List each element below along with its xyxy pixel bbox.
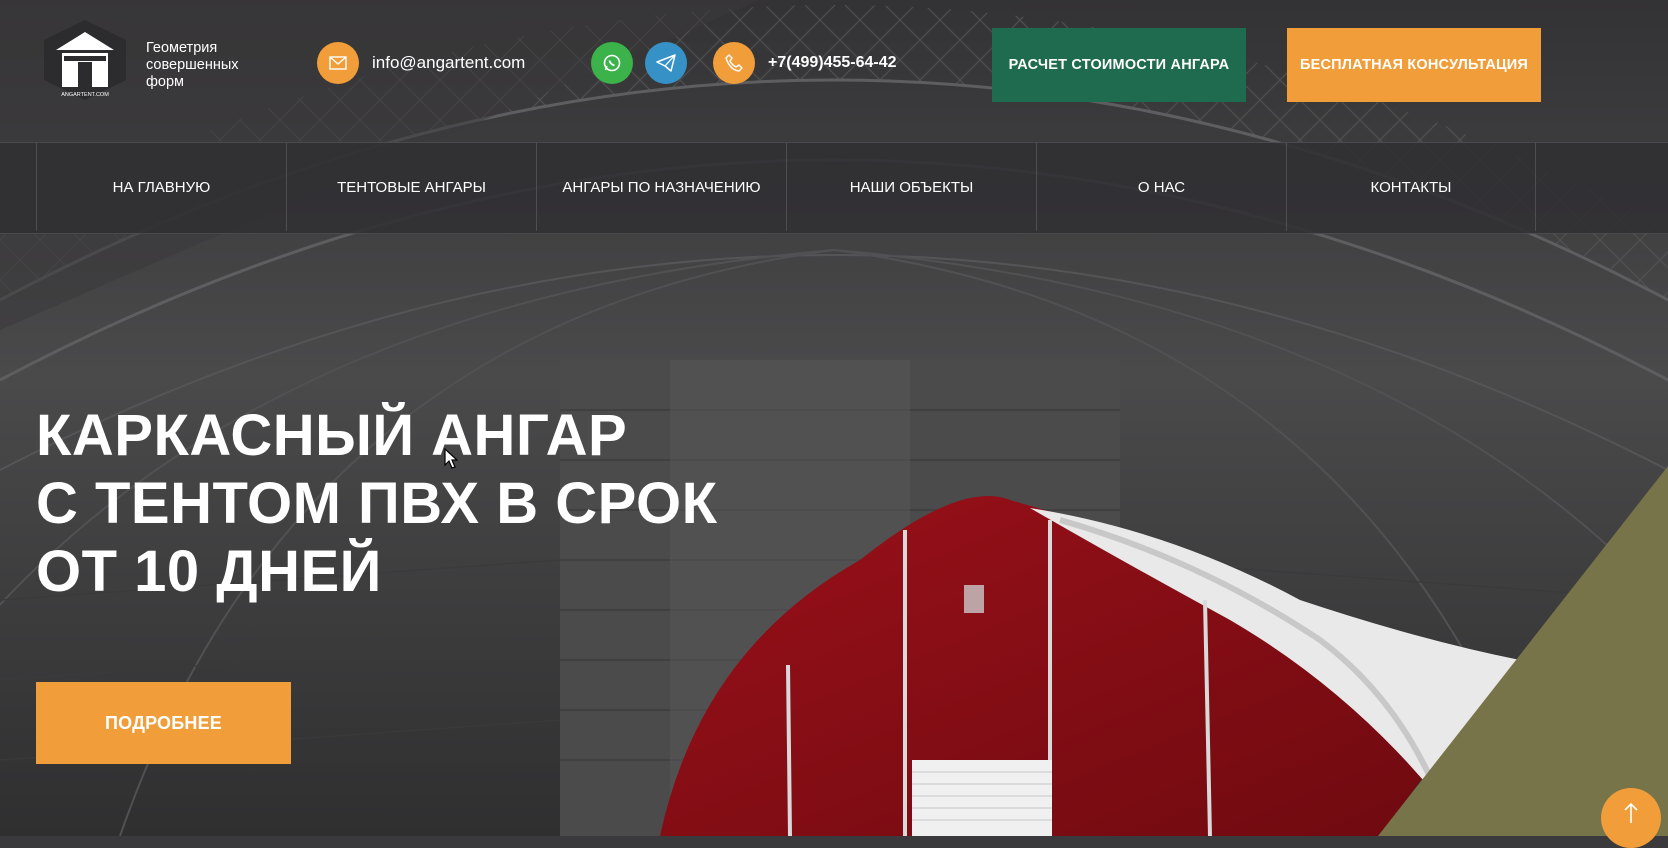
- calc-cost-button[interactable]: РАСЧЕТ СТОИМОСТИ АНГАРА: [992, 28, 1246, 102]
- main-nav: НА ГЛАВНУЮ ТЕНТОВЫЕ АНГАРЫ АНГАРЫ ПО НАЗ…: [0, 142, 1668, 234]
- logo[interactable]: ANGARTENT.COM: [40, 18, 130, 102]
- logo-text: ANGARTENT.COM: [61, 92, 109, 98]
- more-button[interactable]: ПОДРОБНЕЕ: [36, 682, 291, 764]
- nav-item-contacts[interactable]: КОНТАКТЫ: [1286, 143, 1536, 231]
- nav-item-tent-hangars[interactable]: ТЕНТОВЫЕ АНГАРЫ: [286, 143, 536, 231]
- nav-item-about[interactable]: О НАС: [1036, 143, 1286, 231]
- tagline: Геометрия совершенных форм: [146, 40, 239, 90]
- site-header: ANGARTENT.COM Геометрия совершенных форм…: [0, 0, 1668, 142]
- mouse-cursor-icon: [444, 448, 458, 469]
- phone-icon[interactable]: [713, 42, 755, 84]
- hero-title: КАРКАСНЫЙ АНГАР С ТЕНТОМ ПВХ В СРОК ОТ 1…: [36, 402, 718, 606]
- nav-item-our-objects[interactable]: НАШИ ОБЪЕКТЫ: [786, 143, 1036, 231]
- hero-title-line: КАРКАСНЫЙ АНГАР: [36, 403, 628, 468]
- phone-link[interactable]: +7(499)455-64-42: [768, 54, 897, 72]
- nav-item-hangars-by-purpose[interactable]: АНГАРЫ ПО НАЗНАЧЕНИЮ: [536, 143, 786, 231]
- logo-icon: ANGARTENT.COM: [44, 20, 126, 100]
- arrow-up-icon: [1624, 802, 1638, 823]
- hero-title-line: ОТ 10 ДНЕЙ: [36, 539, 382, 604]
- nav-item-home[interactable]: НА ГЛАВНУЮ: [36, 143, 286, 231]
- email-link[interactable]: info@angartent.com: [372, 53, 525, 73]
- hero-title-line: С ТЕНТОМ ПВХ В СРОК: [36, 471, 718, 536]
- free-consultation-button[interactable]: БЕСПЛАТНАЯ КОНСУЛЬТАЦИЯ: [1287, 28, 1541, 102]
- whatsapp-icon[interactable]: [591, 42, 633, 84]
- scroll-to-top-button[interactable]: [1601, 788, 1661, 848]
- telegram-icon[interactable]: [645, 42, 687, 84]
- email-icon[interactable]: [317, 42, 359, 84]
